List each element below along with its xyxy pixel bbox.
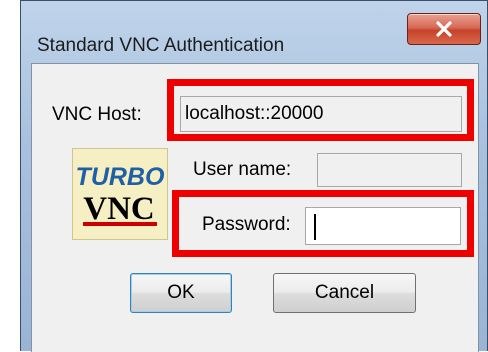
text-caret <box>314 214 316 240</box>
logo-vnc-text: VNC <box>83 191 155 227</box>
close-button[interactable] <box>407 13 481 45</box>
dialog-client-area: VNC Host: localhost::20000 TURBO VNC Use… <box>31 63 479 352</box>
username-label: User name: <box>193 159 292 180</box>
window-title: Standard VNC Authentication <box>37 35 285 56</box>
close-x-icon <box>436 21 452 37</box>
password-label: Password: <box>202 214 291 235</box>
password-field[interactable] <box>305 207 461 245</box>
turbovnc-logo: TURBO VNC <box>72 148 168 240</box>
username-field[interactable] <box>317 153 462 187</box>
logo-turbo-text: TURBO <box>76 163 165 191</box>
vnc-host-field[interactable]: localhost::20000 <box>180 96 462 132</box>
auth-dialog-window: Standard VNC Authentication VNC Host: lo… <box>20 0 488 352</box>
cancel-button[interactable]: Cancel <box>273 273 416 313</box>
ok-button[interactable]: OK <box>130 273 232 313</box>
vnc-host-label: VNC Host: <box>52 104 142 125</box>
